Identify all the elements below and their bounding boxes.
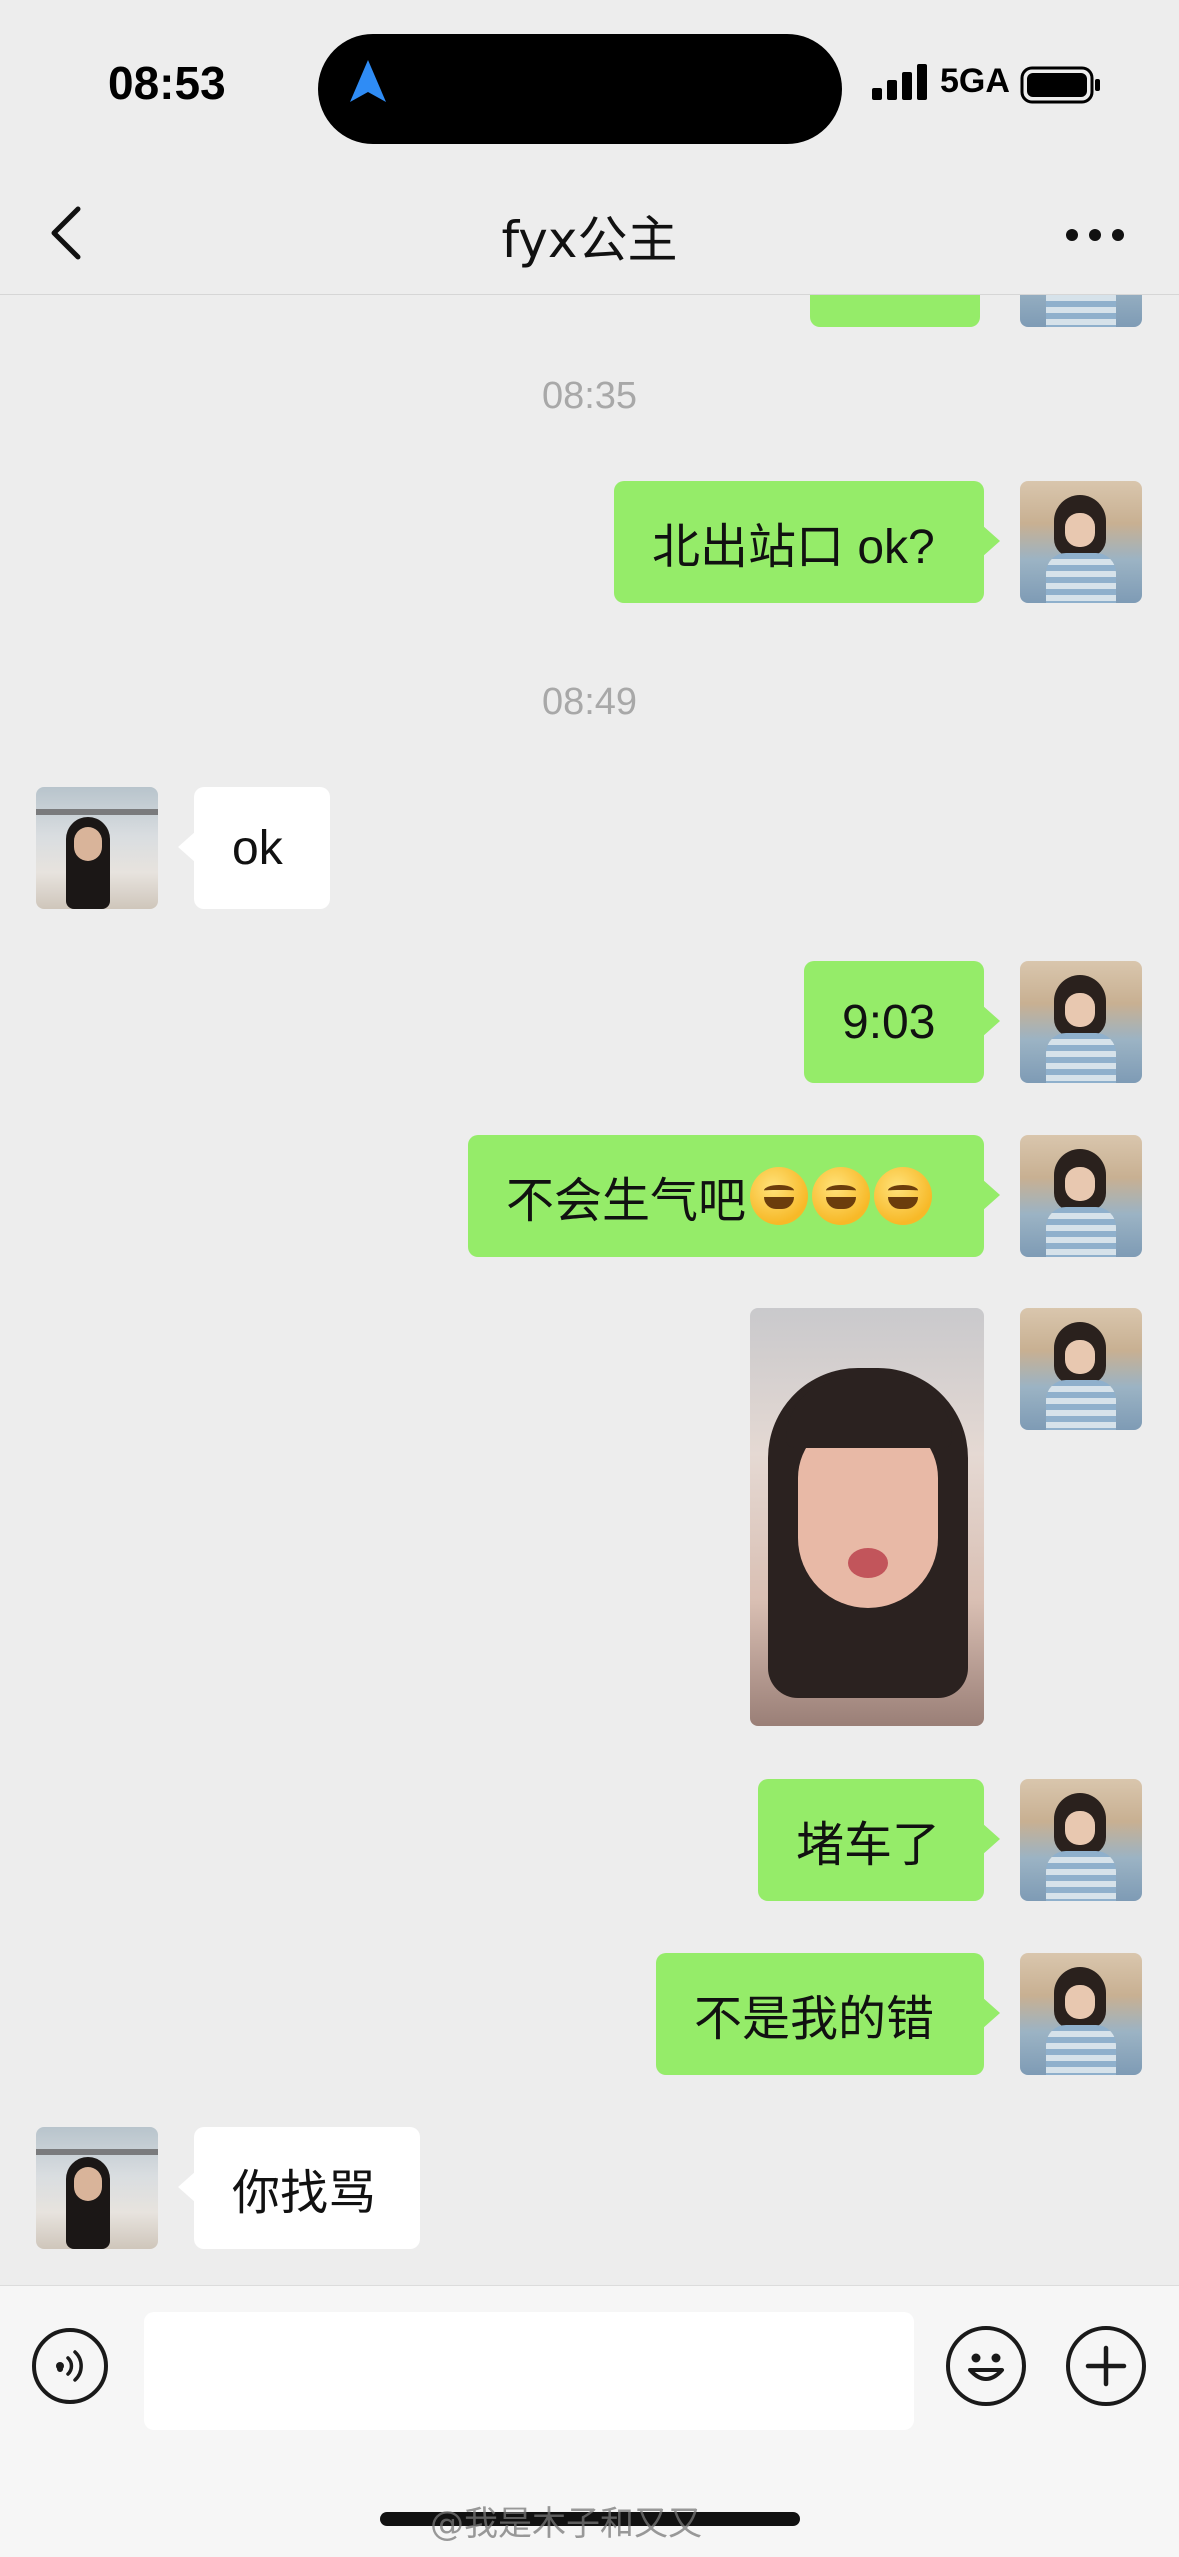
avatar-me[interactable] [1020, 1135, 1142, 1257]
chat-header: fyx公主 [0, 170, 1179, 295]
message-text: 不会生气吧 [506, 1175, 747, 1228]
previous-message-bubble[interactable] [810, 295, 980, 327]
navigation-arrow-icon [350, 60, 386, 102]
plus-icon [1085, 2345, 1127, 2387]
avatar-me[interactable] [1020, 295, 1142, 327]
avatar-me[interactable] [1020, 481, 1142, 603]
message-bubble-me[interactable]: 9:03 [804, 961, 1000, 1083]
emoji-icon [968, 2353, 1004, 2381]
plus-button[interactable] [1066, 2326, 1146, 2406]
more-button[interactable] [1060, 210, 1130, 260]
voice-icon [56, 2350, 83, 2382]
avatar-me[interactable] [1020, 1779, 1142, 1901]
chat-messages[interactable]: 08:35 北出站口 ok? 08:49 ok 9:03 不会生气吧 堵车了 不… [0, 295, 1179, 2285]
status-bar: 08:53 5GA [0, 0, 1179, 170]
message-bubble-other[interactable]: 你找骂 [178, 2127, 420, 2249]
battery-icon [1020, 66, 1100, 104]
signal-bars-icon [872, 64, 927, 100]
input-bar: @我是木子和又又 [0, 2285, 1179, 2557]
emoji-button[interactable] [946, 2326, 1026, 2406]
dynamic-island [318, 34, 842, 144]
timestamp: 08:49 [541, 681, 638, 723]
message-bubble-me[interactable]: 不是我的错 [656, 1953, 1000, 2075]
message-bubble-other[interactable]: ok [178, 787, 330, 909]
hugging-face-emoji-icon [812, 1167, 871, 1225]
message-text: 堵车了 [796, 1819, 941, 1872]
timestamp: 08:35 [541, 375, 638, 417]
voice-button[interactable] [32, 2328, 108, 2404]
avatar-other[interactable] [36, 2127, 158, 2249]
avatar-me[interactable] [1020, 1308, 1142, 1430]
more-dots-icon [1066, 229, 1124, 241]
avatar-me[interactable] [1020, 961, 1142, 1083]
network-label: 5GA [940, 62, 1010, 100]
status-time: 08:53 [108, 57, 226, 109]
hugging-face-emoji-icon [874, 1167, 933, 1225]
hugging-face-emoji-icon [750, 1167, 809, 1225]
image-message[interactable] [750, 1308, 984, 1726]
message-text: ok [232, 821, 283, 875]
avatar-me[interactable] [1020, 1953, 1142, 2075]
message-text: 9:03 [842, 995, 936, 1049]
message-bubble-me[interactable]: 堵车了 [758, 1779, 1000, 1901]
avatar-other[interactable] [36, 787, 158, 909]
message-bubble-me[interactable]: 不会生气吧 [468, 1135, 1000, 1257]
message-text: 你找骂 [232, 2167, 377, 2220]
chat-title: fyx公主 [501, 211, 678, 269]
message-bubble-me[interactable]: 北出站口 ok? [614, 481, 1000, 603]
message-text: 不是我的错 [694, 1993, 935, 2046]
message-text: 北出站口 ok? [652, 521, 935, 574]
watermark: @我是木子和又又 [430, 2504, 702, 2544]
message-input[interactable] [144, 2312, 914, 2430]
